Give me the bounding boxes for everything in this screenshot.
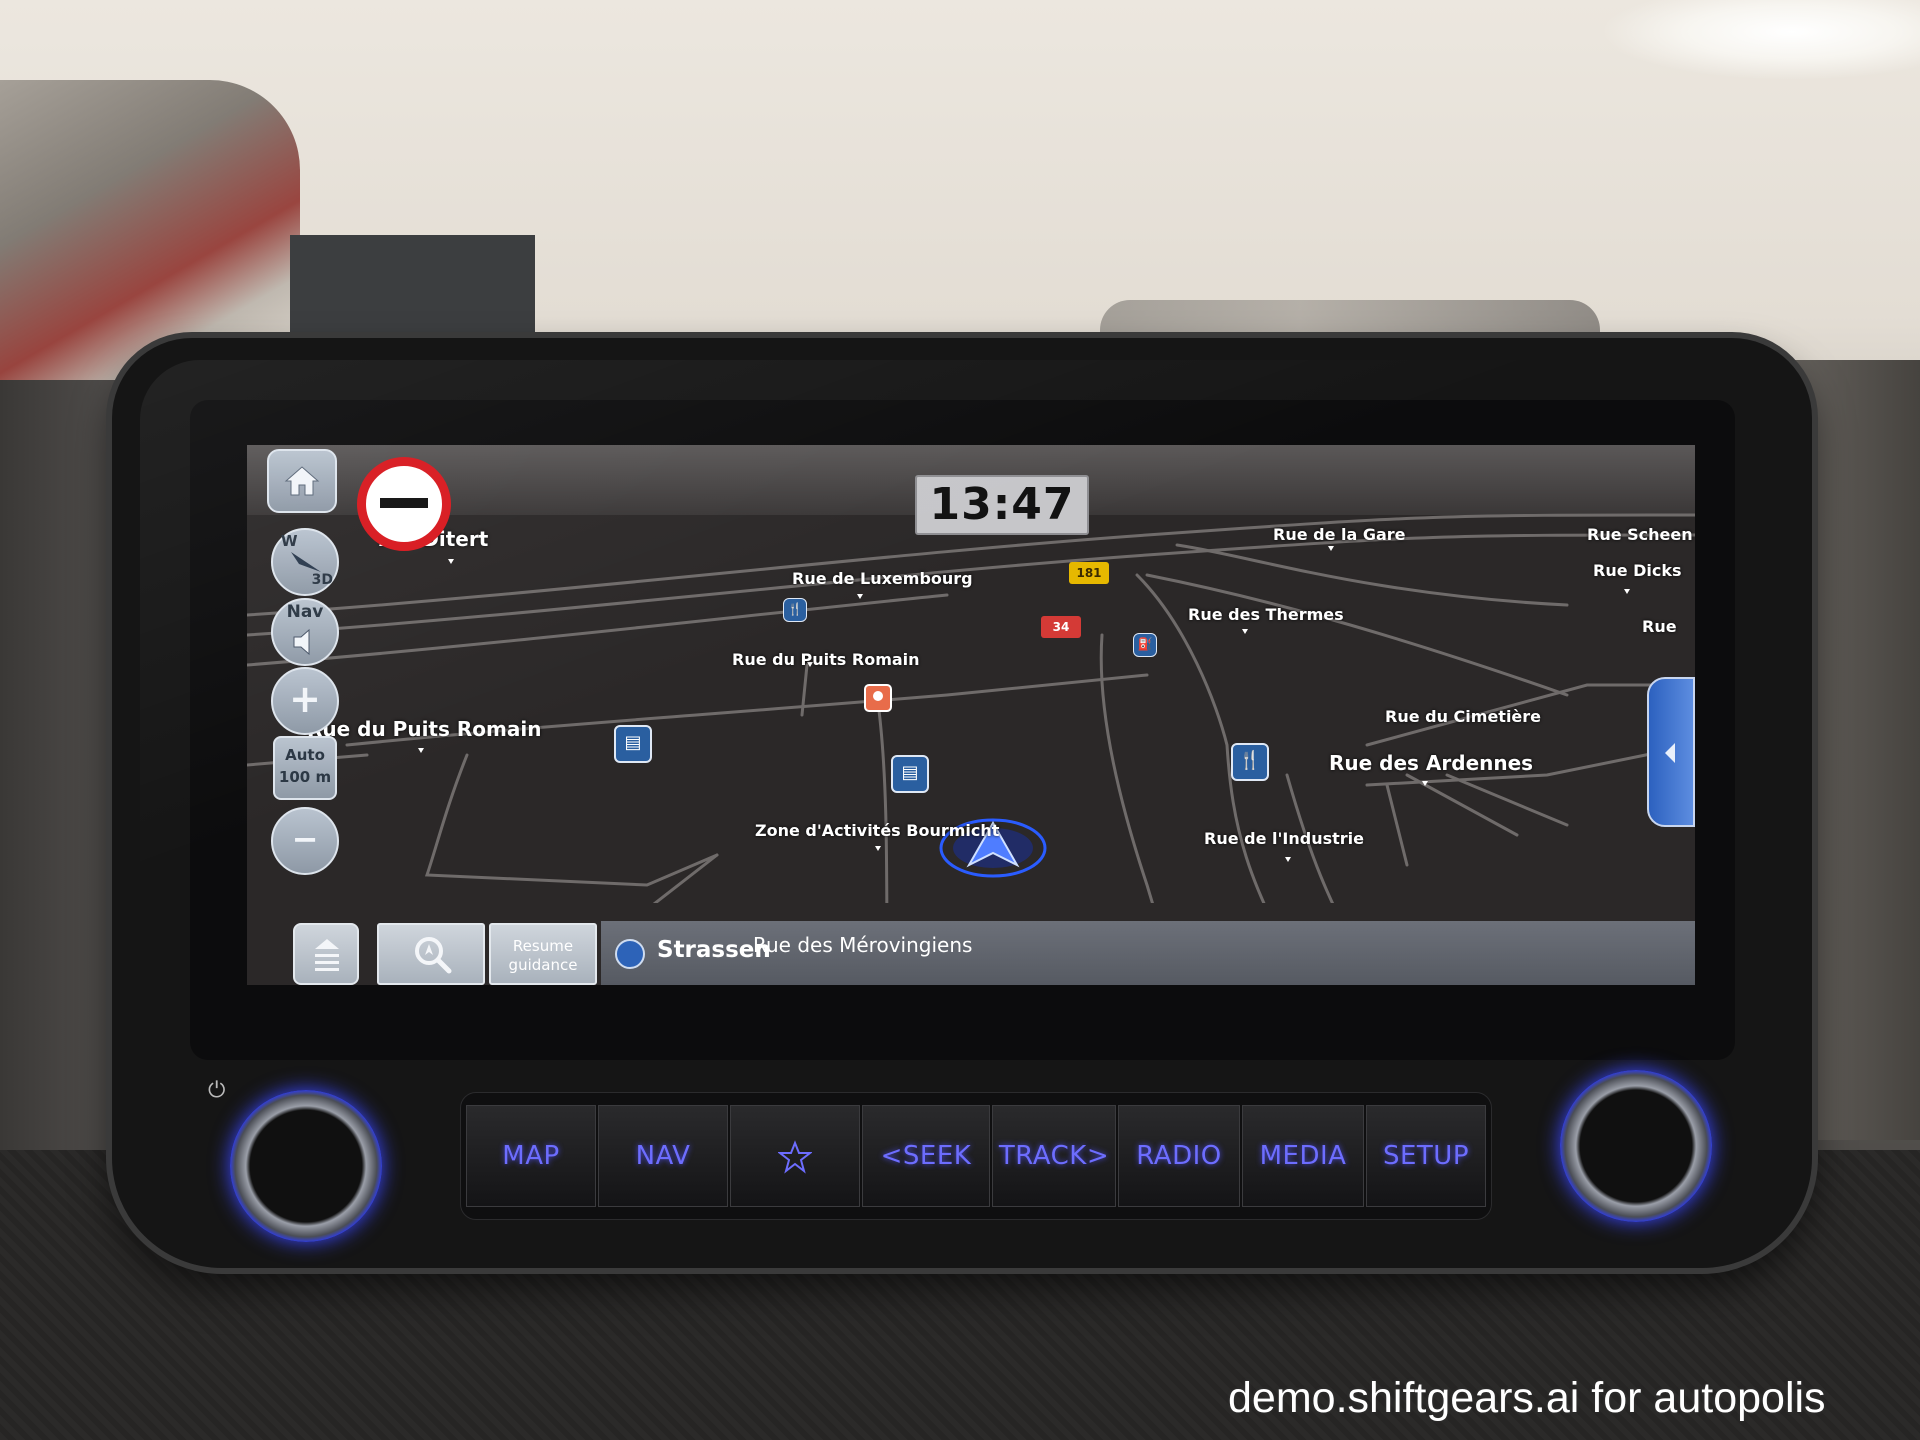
road-label: Rue de l'Industrie <box>1204 829 1364 848</box>
label-pointer <box>1242 629 1248 634</box>
road-label: Rue <box>1642 617 1677 636</box>
road-label: Rue de Luxembourg <box>792 569 973 588</box>
label-pointer <box>1328 546 1334 551</box>
radio-hardware-button[interactable]: RADIO <box>1118 1105 1240 1207</box>
seek-hardware-button[interactable]: <SEEK <box>862 1105 990 1207</box>
menu-button[interactable] <box>293 923 359 985</box>
parking-poi-icon[interactable]: ▤ <box>614 725 652 763</box>
map-road <box>424 753 719 887</box>
map-road <box>1405 773 1519 837</box>
road-label: Rue du Puits Romain <box>732 650 920 669</box>
nav-volume-label: Nav <box>286 602 324 622</box>
label-pointer <box>1624 589 1630 594</box>
background-wall-panel <box>290 235 535 335</box>
map-road <box>1445 773 1569 827</box>
navigation-screen: Am Ditert Rue de Luxembourg Rue de la Ga… <box>247 445 1695 985</box>
resume-guidance-label-line1: Resume <box>512 937 574 955</box>
nav-hardware-button[interactable]: NAV <box>598 1105 728 1207</box>
road-shield: 34 <box>1041 616 1081 638</box>
map-hardware-button[interactable]: MAP <box>466 1105 596 1207</box>
fuel-station-poi-icon[interactable]: ⛽ <box>1133 633 1157 657</box>
power-icon: ⏻ <box>208 1078 226 1103</box>
search-icon <box>415 937 452 974</box>
restaurant-poi-icon[interactable]: 🍴 <box>783 598 807 622</box>
parking-poi-icon[interactable]: ▤ <box>891 755 929 793</box>
zoom-out-button[interactable]: − <box>271 807 339 875</box>
background-car <box>0 80 300 380</box>
current-street-bar: Strassen Rue des Mérovingiens <box>601 921 1695 985</box>
menu-icon <box>315 939 339 971</box>
resume-guidance-label-line2: guidance <box>508 956 578 974</box>
label-pointer <box>857 594 863 599</box>
heading-arrow-icon <box>615 939 645 969</box>
label-pointer <box>448 559 454 564</box>
no-entry-sign-icon <box>357 457 451 551</box>
zoom-scale-mode: Auto <box>285 746 325 764</box>
view-mode-label: 3D <box>311 572 333 588</box>
clock: 13:47 <box>915 475 1089 535</box>
compass-view-button[interactable]: W 3D <box>271 528 339 596</box>
watermark: demo.shiftgears.ai for autopolis <box>1228 1374 1826 1422</box>
road-label: Rue des Thermes <box>1188 605 1344 624</box>
road-label: Zone d'Activités Bourmicht <box>755 821 1000 840</box>
resume-guidance-button[interactable]: Resume guidance <box>489 923 597 985</box>
volume-knob[interactable] <box>230 1090 382 1242</box>
track-hardware-button[interactable]: TRACK> <box>992 1105 1116 1207</box>
search-button[interactable] <box>377 923 485 985</box>
speaker-icon <box>293 628 310 656</box>
road-label: Rue Dicks <box>1593 561 1682 580</box>
road-label: Rue du Puits Romain <box>307 717 542 741</box>
label-pointer <box>875 846 881 851</box>
destination-pin <box>864 684 892 712</box>
zoom-scale-value: 100 m <box>278 768 332 786</box>
tune-knob[interactable] <box>1560 1070 1712 1222</box>
star-icon <box>777 1139 813 1174</box>
road-label: Rue du Cimetière <box>1385 707 1542 726</box>
road-label: Rue Scheen <box>1587 525 1693 544</box>
zoom-scale-indicator[interactable]: Auto 100 m <box>273 736 337 800</box>
favorite-hardware-button[interactable] <box>730 1105 860 1207</box>
road-label: Rue de la Gare <box>1273 525 1406 544</box>
road-label: Rue des Ardennes <box>1329 751 1534 775</box>
side-panel-toggle[interactable] <box>1647 677 1695 827</box>
label-pointer <box>418 748 424 753</box>
label-pointer <box>1285 857 1291 862</box>
home-icon <box>284 466 320 496</box>
restaurant-poi-icon[interactable]: 🍴 <box>1231 743 1269 781</box>
media-hardware-button[interactable]: MEDIA <box>1242 1105 1364 1207</box>
map-road <box>1385 783 1409 867</box>
zoom-in-button[interactable]: + <box>271 667 339 735</box>
chevron-left-icon <box>1665 743 1675 763</box>
nav-volume-button[interactable]: Nav <box>271 598 339 666</box>
setup-hardware-button[interactable]: SETUP <box>1366 1105 1486 1207</box>
road-shield: 181 <box>1069 562 1109 584</box>
map-road <box>1145 573 1569 697</box>
next-street-name: Rue des Mérovingiens <box>753 933 973 957</box>
ceiling-light <box>1600 0 1920 80</box>
home-button[interactable] <box>267 449 337 513</box>
